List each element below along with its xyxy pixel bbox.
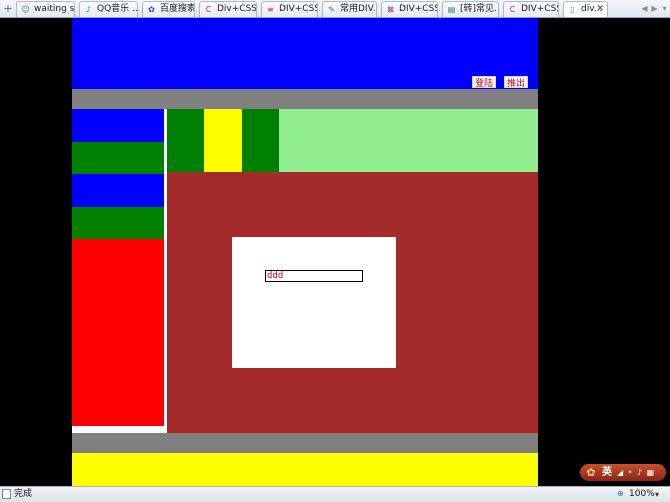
- tab-list-menu-icon[interactable]: ▾: [660, 3, 669, 14]
- tab[interactable]: ⊠ DIV+CSS...: [381, 1, 438, 17]
- refresh-logo-icon: C: [205, 5, 212, 14]
- grid-icon: ▤: [447, 5, 456, 14]
- browser-status-bar: 完成 ⊕ 100% ▾: [0, 486, 670, 502]
- login-button[interactable]: 登陆: [472, 76, 496, 88]
- content-top-banner: [279, 109, 538, 172]
- tab[interactable]: C DIV+CSS...: [503, 1, 559, 17]
- sidebar-block-green-2: [72, 207, 164, 239]
- zoom-level[interactable]: 100%: [629, 489, 655, 500]
- tab-label: 常用DIV...: [340, 4, 376, 14]
- browser-tab-bar: + ☺ waiting s... ♪ QQ音乐 ... ✿ 百度搜索... C Div+CSS…: [0, 0, 670, 18]
- bookmark-icon: ⊠: [387, 5, 394, 14]
- sidebar-bottom-gap: [72, 426, 166, 433]
- tab-scroll-left-icon[interactable]: ◀: [640, 3, 649, 14]
- footer-bar: [72, 433, 538, 453]
- zoom-dropdown-icon[interactable]: ▾: [655, 489, 659, 500]
- content-top-block-green-1: [167, 109, 204, 172]
- form-panel: [232, 237, 396, 368]
- text-input[interactable]: [265, 270, 363, 282]
- qq-music-icon: ♪: [85, 5, 92, 14]
- globe-icon: ☺: [21, 5, 30, 14]
- footer-section: [72, 453, 538, 486]
- ime-logo-icon[interactable]: ✿: [584, 466, 598, 479]
- document-icon: ≡: [267, 5, 274, 14]
- tab-label: [转]常见...: [460, 4, 499, 14]
- tab-label: Div+CSS...: [217, 4, 257, 14]
- navigation-bar: [72, 89, 538, 109]
- tab[interactable]: ≡ DIV+CSS...: [261, 1, 318, 17]
- page-status-icon: [2, 489, 11, 499]
- tab[interactable]: ▤ [转]常见...: [442, 1, 499, 17]
- tab-active[interactable]: ▯ div... ✕: [563, 1, 608, 17]
- ime-mode-toggle[interactable]: 英: [602, 466, 612, 479]
- new-tab-plus-icon[interactable]: +: [2, 2, 14, 15]
- refresh-logo-icon: C: [509, 5, 516, 14]
- zoom-magnifier-icon[interactable]: ⊕: [617, 489, 627, 499]
- ime-tool-icons[interactable]: ◢ • ♪ ▦: [617, 466, 655, 479]
- tab-label: QQ音乐 ...: [97, 4, 138, 14]
- blank-page-icon: ▯: [570, 5, 575, 14]
- sidebar-block-red: [72, 239, 164, 426]
- content-top-block-green-2: [242, 109, 279, 172]
- sidebar-block-blue-1: [72, 109, 164, 142]
- content-top-block-yellow: [204, 109, 242, 172]
- sidebar-block-green-1: [72, 142, 164, 174]
- close-tab-icon[interactable]: ✕: [596, 3, 604, 15]
- tab[interactable]: ✎ 常用DIV...: [322, 1, 377, 17]
- sidebar-block-blue-2: [72, 174, 164, 207]
- status-text: 完成: [14, 489, 33, 499]
- page-header: [72, 18, 538, 89]
- ime-toolbar[interactable]: ✿ 英 ◢ • ♪ ▦: [580, 464, 666, 481]
- tab-label: DIV+CSS...: [399, 4, 437, 14]
- tab-label: DIV+CSS...: [279, 4, 317, 14]
- tab[interactable]: ☺ waiting s...: [16, 1, 75, 17]
- tab-label: waiting s...: [34, 4, 75, 14]
- tab-label: DIV+CSS...: [521, 4, 558, 14]
- baidu-icon: ✿: [148, 5, 155, 14]
- tab[interactable]: C Div+CSS...: [199, 1, 257, 17]
- tab[interactable]: ♪ QQ音乐 ...: [79, 1, 138, 17]
- tab-scroll-right-icon[interactable]: ▶: [650, 3, 659, 14]
- tab-label: 百度搜索...: [160, 4, 194, 14]
- pencil-icon: ✎: [328, 5, 335, 14]
- logout-button[interactable]: 推出: [504, 76, 528, 88]
- tab[interactable]: ✿ 百度搜索...: [142, 1, 195, 17]
